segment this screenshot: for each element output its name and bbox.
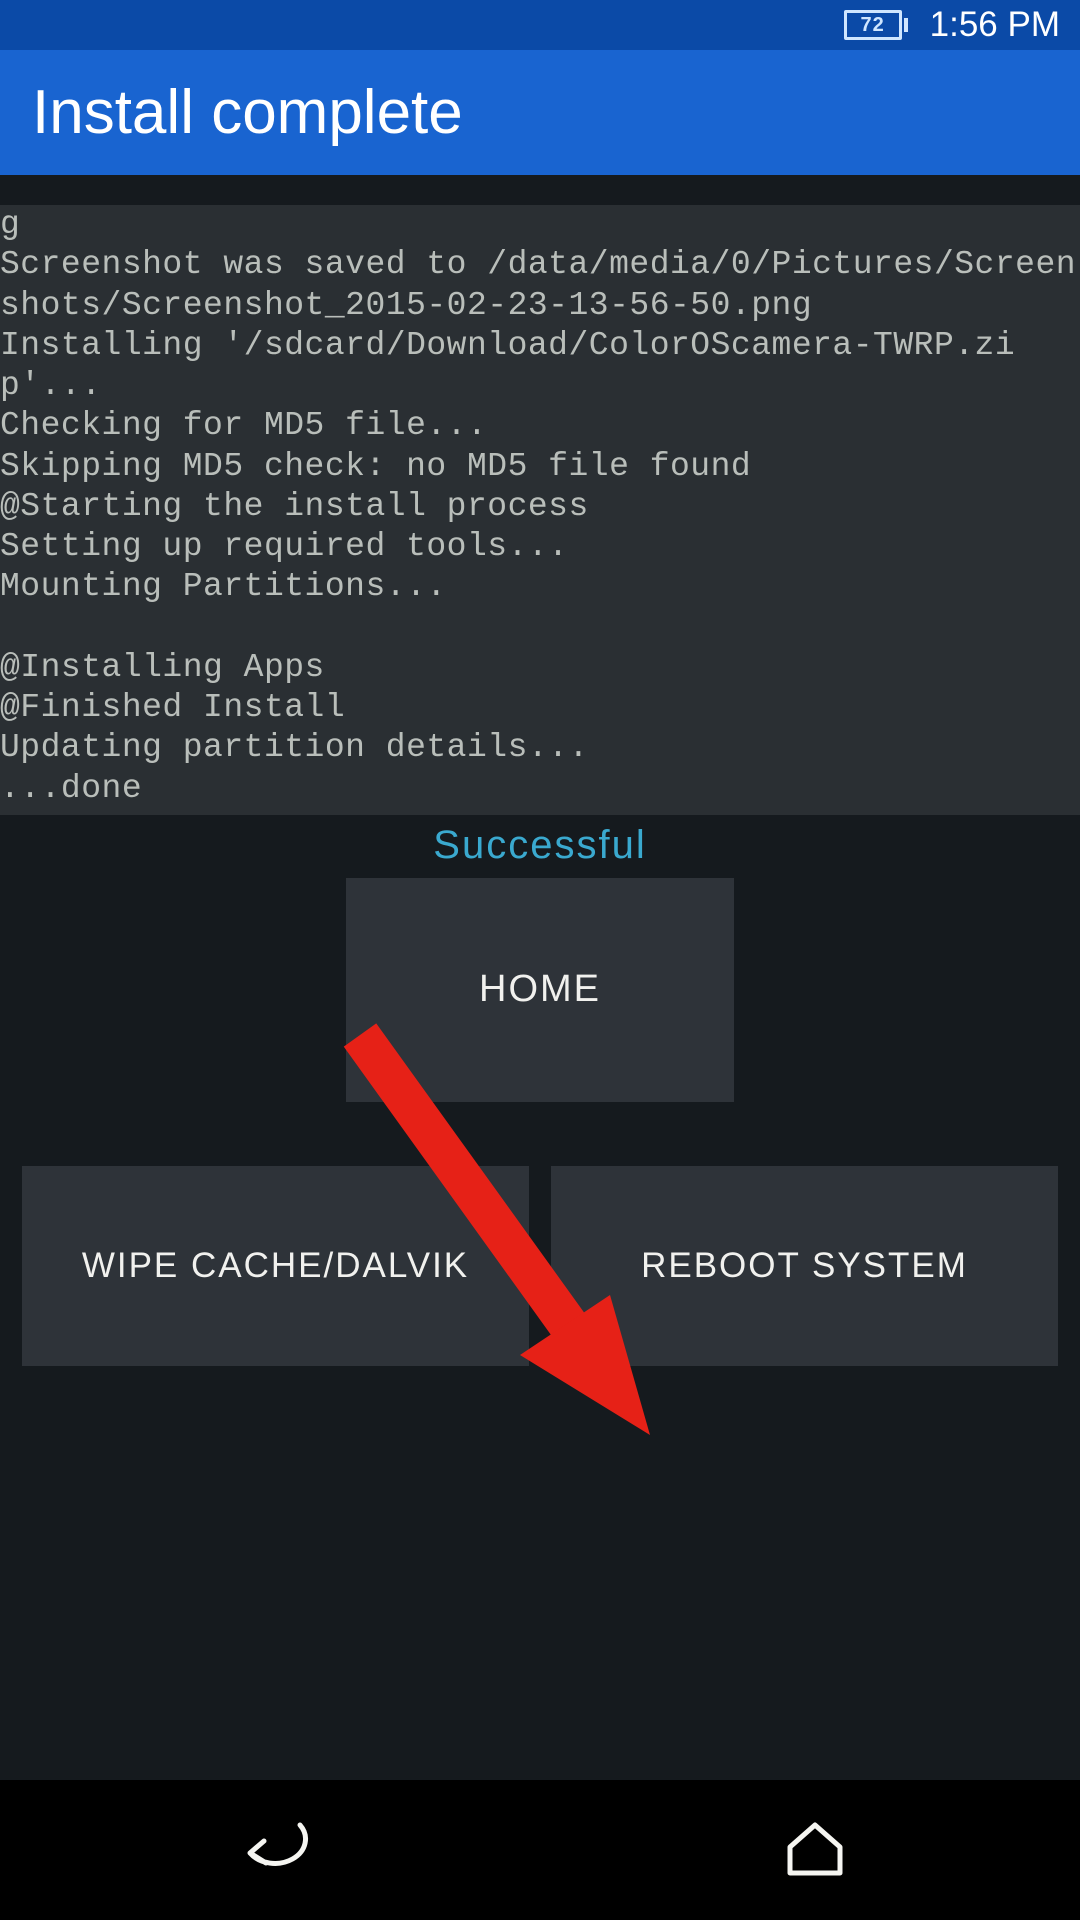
- back-icon: [230, 1813, 320, 1883]
- terminal-log[interactable]: g Screenshot was saved to /data/media/0/…: [0, 205, 1080, 815]
- reboot-system-button[interactable]: REBOOT SYSTEM: [551, 1166, 1058, 1366]
- wipe-cache-button[interactable]: WIPE CACHE/DALVIK: [22, 1166, 529, 1366]
- battery-indicator: 72: [844, 10, 908, 40]
- bottom-button-row: WIPE CACHE/DALVIK REBOOT SYSTEM: [0, 1166, 1080, 1366]
- battery-level: 72: [844, 10, 902, 40]
- home-nav-button[interactable]: [780, 1813, 850, 1888]
- content-area: g Screenshot was saved to /data/media/0/…: [0, 175, 1080, 1780]
- back-button[interactable]: [230, 1813, 320, 1888]
- status-label: Successful: [0, 823, 1080, 868]
- home-button[interactable]: HOME: [346, 878, 734, 1102]
- battery-tip-icon: [904, 18, 908, 32]
- nav-bar: [0, 1780, 1080, 1920]
- status-bar: 72 1:56 PM: [0, 0, 1080, 50]
- clock: 1:56 PM: [930, 5, 1060, 45]
- title-bar: Install complete: [0, 50, 1080, 175]
- page-title: Install complete: [32, 77, 463, 148]
- home-icon: [780, 1813, 850, 1883]
